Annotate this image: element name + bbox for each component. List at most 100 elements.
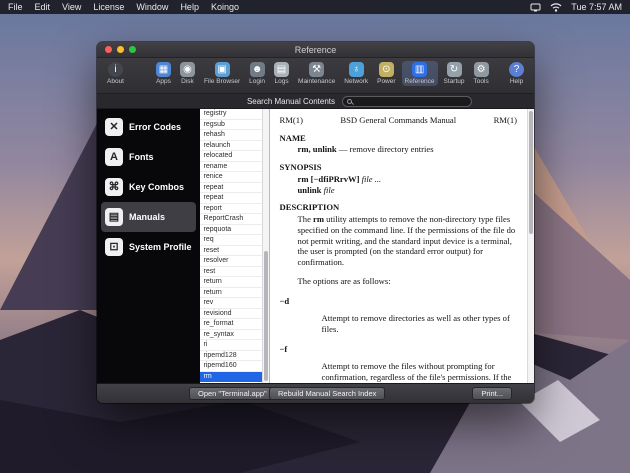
manual-list-item[interactable]: renice [200, 172, 262, 183]
man-section-name: NAME [280, 133, 517, 144]
title-bar[interactable]: Reference [97, 42, 534, 58]
display-icon[interactable] [530, 3, 541, 12]
man-option: −d Attempt to remove directories as well… [280, 296, 517, 335]
toolbar-item[interactable]: ◉ Disk [177, 61, 198, 86]
manual-list-item[interactable]: relaunch [200, 141, 262, 152]
manual-list-item[interactable]: re_format [200, 319, 262, 330]
window-title: Reference [295, 45, 337, 55]
open-terminal-button[interactable]: Open "Terminal.app" [189, 387, 276, 400]
manual-list-item[interactable]: ripemd160 [200, 361, 262, 372]
toolbar-item[interactable]: ▥ Reference [402, 61, 438, 86]
menu-item[interactable]: Help [180, 2, 199, 12]
search-icon [347, 99, 352, 104]
toolbar-item[interactable]: ▤ Logs [271, 61, 292, 86]
search-bar: Search Manual Contents [97, 94, 534, 109]
fonts-icon: A [105, 148, 123, 166]
toolbar-label: Network [344, 78, 368, 85]
manual-list-item[interactable]: repeat [200, 193, 262, 204]
startup-icon: ↻ [447, 62, 462, 77]
toolbar-item[interactable]: ↻ Startup [441, 61, 468, 86]
sidebar-item-label: Error Codes [129, 122, 181, 132]
traffic-lights [105, 46, 136, 53]
wifi-icon[interactable] [550, 3, 562, 12]
manual-list-item[interactable]: return [200, 288, 262, 299]
manuals-icon: ▤ [105, 208, 123, 226]
man-section-description: DESCRIPTION [280, 202, 517, 213]
toolbar-item-about[interactable]: i About [104, 61, 127, 86]
man-page-scrollbar[interactable] [527, 109, 534, 383]
sidebar-item-label: Key Combos [129, 182, 184, 192]
manual-list-item[interactable]: return [200, 277, 262, 288]
toolbar-label: Tools [474, 78, 489, 85]
manual-list-item[interactable]: ReportCrash [200, 214, 262, 225]
toolbar-item-help[interactable]: ? Help [506, 61, 527, 86]
scrollbar-thumb[interactable] [529, 111, 533, 234]
menu-item[interactable]: File [8, 2, 23, 12]
print-button[interactable]: Print... [472, 387, 512, 400]
sidebar-item[interactable]: ✕ Error Codes [101, 112, 196, 142]
toolbar-label: Logs [274, 78, 288, 85]
man-options-intro: The options are as follows: [298, 276, 517, 287]
manual-list-item[interactable]: regsub [200, 120, 262, 131]
toolbar-item[interactable]: ⚙ Tools [471, 61, 492, 86]
toolbar-label: Maintenance [298, 78, 335, 85]
minimize-button[interactable] [117, 46, 124, 53]
toolbar-label: Help [510, 78, 523, 85]
manual-list-item[interactable]: rev [200, 298, 262, 309]
help-icon: ? [509, 62, 524, 77]
menu-clock[interactable]: Tue 7:57 AM [571, 2, 622, 12]
search-field[interactable] [342, 96, 472, 107]
error-codes-icon: ✕ [105, 118, 123, 136]
manual-list-item[interactable]: relocated [200, 151, 262, 162]
toolbar-item[interactable]: ♁ Network [341, 61, 371, 86]
menu-item[interactable]: Window [136, 2, 168, 12]
disk-icon: ◉ [180, 62, 195, 77]
sidebar-item[interactable]: A Fonts [101, 142, 196, 172]
manual-list-item[interactable]: rename [200, 162, 262, 173]
menu-item[interactable]: Koingo [211, 2, 239, 12]
manual-list-item[interactable]: re_syntax [200, 330, 262, 341]
sidebar-item[interactable]: ⌘ Key Combos [101, 172, 196, 202]
toolbar-item[interactable]: ⊙ Power [374, 61, 398, 86]
manual-list-item[interactable]: registry [200, 109, 262, 120]
man-option: −f Attempt to remove the files without p… [280, 344, 517, 383]
manual-list-item[interactable]: repeat [200, 183, 262, 194]
toolbar-item[interactable]: ☻ Login [246, 61, 268, 86]
toolbar-item[interactable]: ▦ Apps [153, 61, 174, 86]
manual-list-item[interactable]: req [200, 235, 262, 246]
scrollbar-thumb[interactable] [264, 251, 268, 381]
manual-list-item[interactable]: resolver [200, 256, 262, 267]
rebuild-index-button[interactable]: Rebuild Manual Search Index [269, 387, 385, 400]
manual-list-item[interactable]: revisiond [200, 309, 262, 320]
toolbar: i About ▦ Apps ◉ Disk ▣ File Browser [97, 58, 534, 94]
menu-item[interactable]: Edit [35, 2, 51, 12]
manual-search-input[interactable] [355, 97, 467, 106]
manual-list-item[interactable]: ripemd128 [200, 351, 262, 362]
toolbar-item[interactable]: ▣ File Browser [201, 61, 243, 86]
toolbar-label: Power [377, 78, 395, 85]
close-button[interactable] [105, 46, 112, 53]
file-browser-icon: ▣ [215, 62, 230, 77]
logs-icon: ▤ [274, 62, 289, 77]
man-page-text: RM(1) BSD General Commands Manual RM(1) … [280, 115, 517, 383]
manual-list-scrollbar[interactable] [262, 109, 269, 383]
sidebar-item[interactable]: ▤ Manuals [101, 202, 196, 232]
manual-list-item[interactable]: rm [200, 372, 262, 383]
apps-icon: ▦ [156, 62, 171, 77]
menu-item[interactable]: View [62, 2, 81, 12]
man-header-right: RM(1) [494, 115, 517, 126]
toolbar-item[interactable]: ⚒ Maintenance [295, 61, 338, 86]
menu-item[interactable]: License [93, 2, 124, 12]
toolbar-label: File Browser [204, 78, 240, 85]
man-section-synopsis: SYNOPSIS [280, 162, 517, 173]
man-header-left: RM(1) [280, 115, 303, 126]
sidebar-item[interactable]: ⊡ System Profile [101, 232, 196, 262]
manual-list-item[interactable]: repquota [200, 225, 262, 236]
manual-list-item[interactable]: rehash [200, 130, 262, 141]
manual-list-item[interactable]: reset [200, 246, 262, 257]
zoom-button[interactable] [129, 46, 136, 53]
manual-list-item[interactable]: rest [200, 267, 262, 278]
toolbar-label: About [107, 78, 124, 85]
manual-list-item[interactable]: ri [200, 340, 262, 351]
manual-list-item[interactable]: report [200, 204, 262, 215]
